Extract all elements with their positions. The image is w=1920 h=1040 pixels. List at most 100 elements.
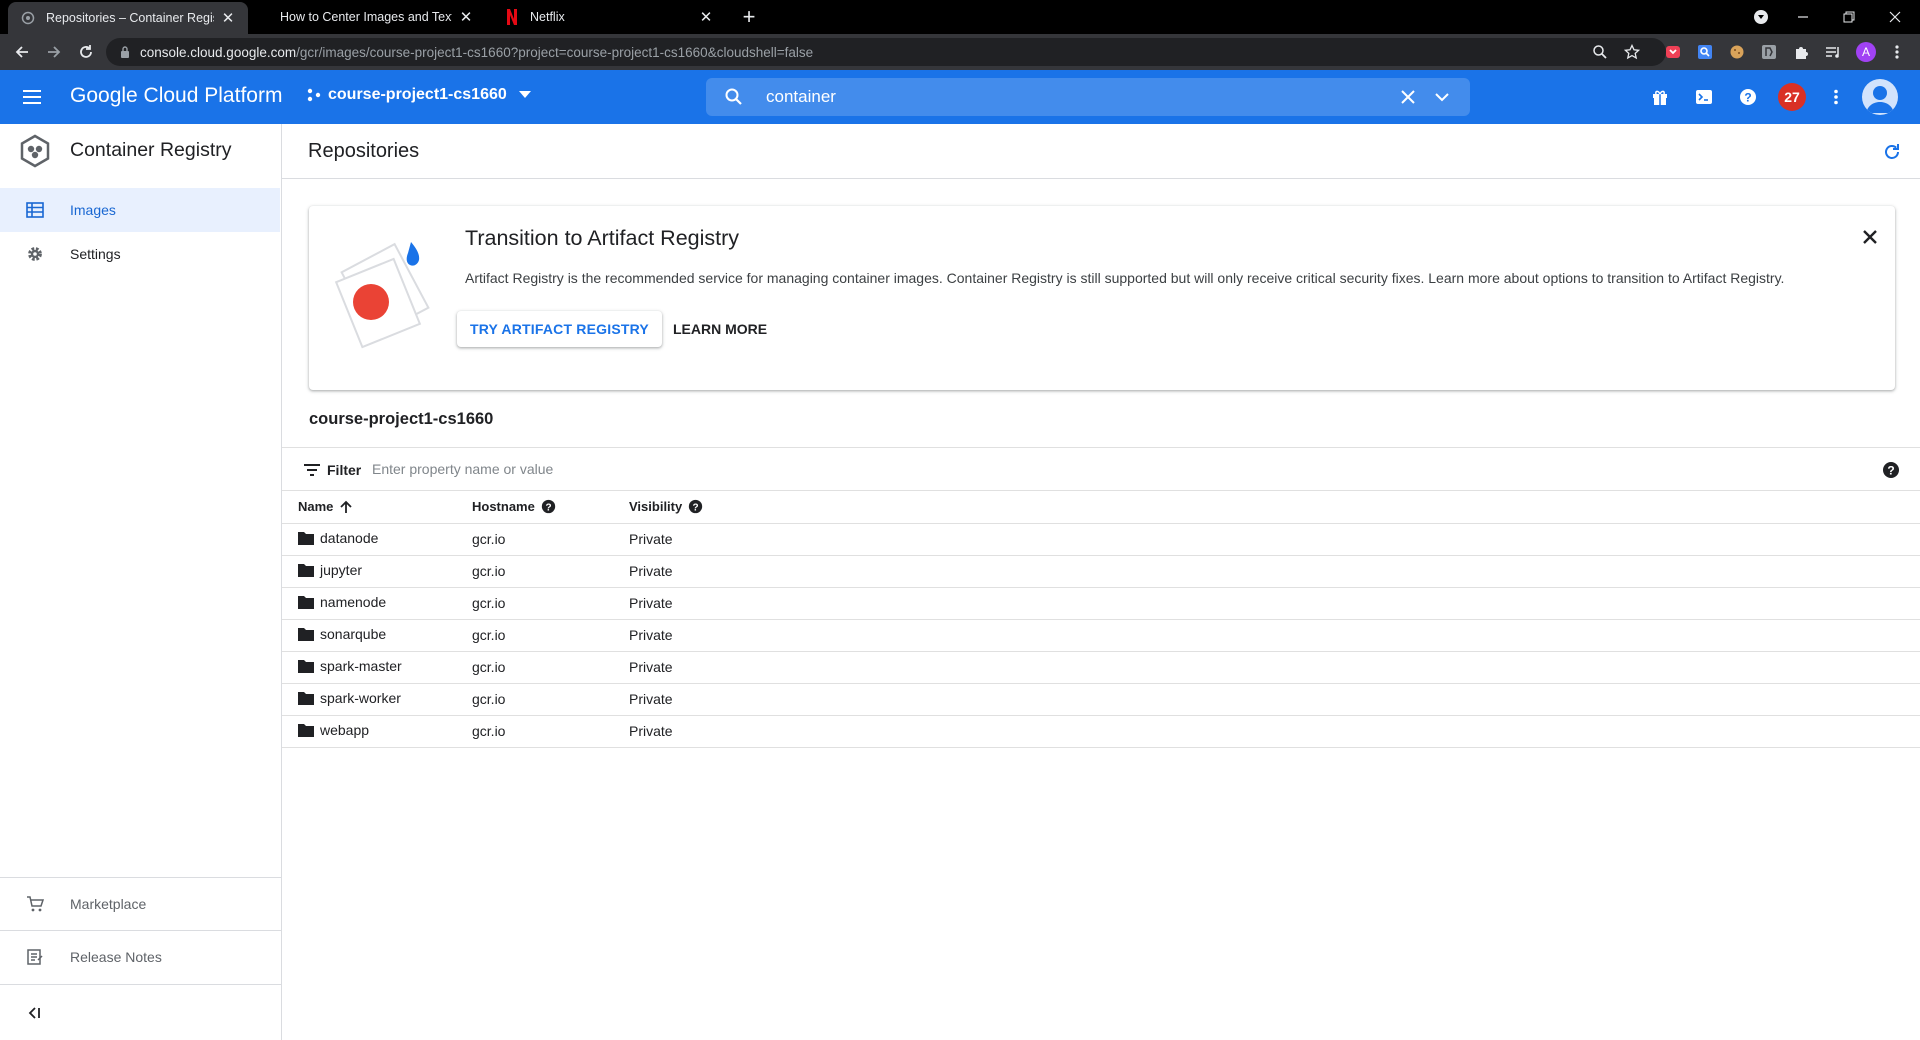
repo-name-link[interactable]: sonarqube [320, 626, 386, 642]
hostname-cell: gcr.io [472, 715, 629, 748]
folder-icon [298, 724, 314, 737]
address-bar[interactable]: console.cloud.google.com/gcr/images/cour… [106, 38, 1666, 66]
visibility-cell: Private [629, 715, 1920, 748]
close-tab-icon[interactable]: ✕ [458, 9, 474, 26]
bookmark-star-icon[interactable] [1620, 40, 1644, 64]
product-header: Container Registry [0, 124, 281, 180]
close-tab-icon[interactable]: ✕ [220, 10, 236, 27]
chevron-down-icon[interactable] [1432, 87, 1452, 107]
help-icon[interactable]: ? [1882, 461, 1900, 479]
column-header-name[interactable]: Name [282, 491, 472, 524]
close-tab-icon[interactable]: ✕ [698, 9, 714, 26]
banner-description: Artifact Registry is the recommended ser… [465, 270, 1785, 286]
refresh-icon[interactable] [1881, 141, 1903, 163]
browser-tab-netflix[interactable]: Netflix ✕ [492, 0, 726, 34]
artifact-registry-banner: Transition to Artifact Registry Artifact… [309, 206, 1895, 390]
sidebar-item-release-notes[interactable]: Release Notes [0, 930, 281, 982]
repo-name-link[interactable]: webapp [320, 722, 369, 738]
hostname-cell: gcr.io [472, 587, 629, 620]
reader-extension-icon[interactable] [1758, 41, 1780, 63]
forward-icon[interactable] [42, 40, 66, 64]
search-extension-icon[interactable] [1694, 41, 1716, 63]
visibility-cell: Private [629, 587, 1920, 620]
minimize-icon[interactable] [1780, 0, 1826, 34]
media-control-icon[interactable] [1738, 0, 1784, 34]
learn-more-button[interactable]: LEARN MORE [665, 311, 775, 347]
table-row[interactable]: namenode gcr.io Private [282, 587, 1920, 620]
clear-search-icon[interactable] [1398, 87, 1418, 107]
collapse-nav-button[interactable] [0, 984, 281, 1040]
filter-label: Filter [327, 462, 362, 478]
more-vert-icon[interactable] [1824, 85, 1848, 109]
table-row[interactable]: spark-master gcr.io Private [282, 651, 1920, 684]
reload-icon[interactable] [74, 40, 98, 64]
page-header: Repositories [282, 124, 1920, 179]
repo-name-link[interactable]: spark-worker [320, 690, 401, 706]
profile-initial: A [1856, 42, 1876, 62]
browser-tab-container-registry[interactable]: Repositories – Container Registry ✕ [8, 2, 248, 34]
cloud-shell-icon[interactable] [1692, 85, 1716, 109]
repo-name-link[interactable]: namenode [320, 594, 386, 610]
close-icon[interactable] [1859, 226, 1881, 248]
table-row[interactable]: sonarqube gcr.io Private [282, 619, 1920, 652]
column-header-hostname: Hostname ? [472, 491, 629, 524]
search-input[interactable] [766, 83, 1366, 111]
restore-icon[interactable] [1826, 0, 1872, 34]
svg-text:?: ? [1887, 464, 1894, 478]
repo-name-link[interactable]: datanode [320, 530, 378, 546]
sidebar-item-images[interactable]: Images [0, 188, 280, 232]
column-label: Name [298, 499, 334, 515]
repositories-table: Name Hostname ? Visibility ? datanode gc… [282, 491, 1920, 748]
table-row[interactable]: datanode gcr.io Private [282, 523, 1920, 556]
cookie-extension-icon[interactable] [1726, 41, 1748, 63]
sidebar-item-label: Marketplace [70, 896, 147, 912]
folder-icon [298, 628, 314, 641]
banner-title: Transition to Artifact Registry [465, 226, 740, 250]
repo-name-link[interactable]: jupyter [320, 562, 362, 578]
sidebar-item-label: Settings [70, 246, 121, 262]
pocket-extension-icon[interactable] [1662, 41, 1684, 63]
gcp-header: Google Cloud Platform course-project1-cs… [0, 70, 1920, 124]
project-selector[interactable]: course-project1-cs1660 [306, 86, 531, 104]
brand-title[interactable]: Google Cloud Platform [70, 84, 282, 108]
sidebar-item-settings[interactable]: Settings [0, 232, 280, 276]
profile-avatar-icon[interactable]: A [1855, 41, 1877, 63]
search-box [706, 78, 1470, 116]
folder-icon [298, 596, 314, 609]
browser-tab-center-images[interactable]: How to Center Images and Text i ✕ [268, 0, 486, 34]
folder-icon [298, 692, 314, 705]
gift-icon[interactable] [1648, 85, 1672, 109]
back-icon[interactable] [10, 40, 34, 64]
visibility-cell: Private [629, 555, 1920, 588]
new-tab-button[interactable]: + [736, 4, 762, 30]
left-nav: Container Registry Images Settings Marke… [0, 124, 282, 1040]
table-row[interactable]: spark-worker gcr.io Private [282, 683, 1920, 716]
account-avatar[interactable] [1862, 79, 1898, 115]
zoom-icon[interactable] [1588, 40, 1612, 64]
table-row[interactable]: jupyter gcr.io Private [282, 555, 1920, 588]
try-artifact-registry-button[interactable]: TRY ARTIFACT REGISTRY [457, 311, 662, 347]
column-label: Hostname [472, 499, 535, 515]
notifications-badge[interactable]: 27 [1778, 83, 1806, 111]
extensions-puzzle-icon[interactable] [1790, 41, 1812, 63]
column-label: Visibility [629, 499, 683, 515]
help-icon[interactable]: ? [1736, 85, 1760, 109]
filter-input[interactable] [372, 457, 872, 481]
help-icon[interactable]: ? [688, 499, 703, 514]
close-window-icon[interactable] [1872, 0, 1918, 34]
list-icon [26, 202, 44, 218]
product-name: Container Registry [70, 139, 232, 161]
help-icon[interactable]: ? [541, 499, 556, 514]
main-content: Repositories Transition to Artifact Regi… [282, 124, 1920, 1040]
tab-title: How to Center Images and Text i [280, 10, 452, 24]
visibility-cell: Private [629, 619, 1920, 652]
sidebar-item-marketplace[interactable]: Marketplace [0, 877, 281, 929]
table-row[interactable]: webapp gcr.io Private [282, 715, 1920, 748]
repo-name-link[interactable]: spark-master [320, 658, 402, 674]
hamburger-menu-icon[interactable] [20, 85, 44, 109]
folder-icon [298, 660, 314, 673]
url-host: console.cloud.google.com [140, 44, 297, 60]
media-queue-icon[interactable] [1822, 41, 1844, 63]
browser-menu-icon[interactable] [1886, 41, 1908, 63]
project-name: course-project1-cs1660 [328, 86, 507, 103]
